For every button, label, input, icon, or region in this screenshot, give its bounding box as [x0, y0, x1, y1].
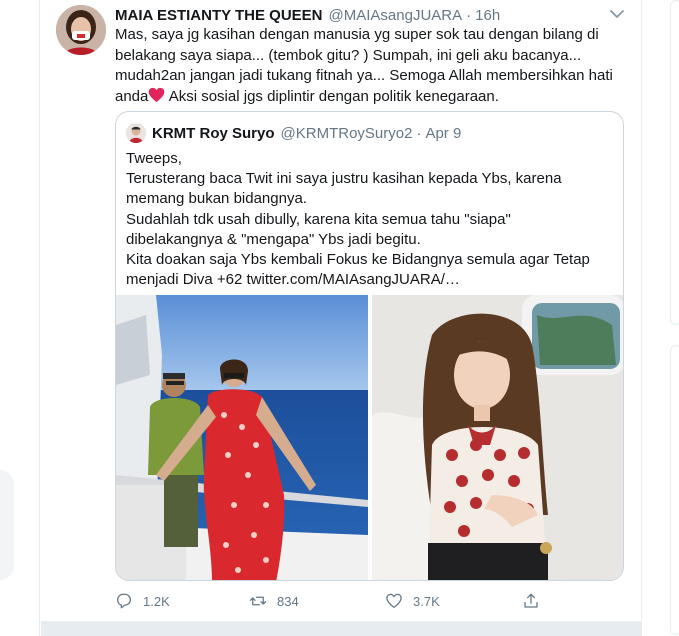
author-avatar[interactable]: [56, 5, 106, 55]
quoted-tweet[interactable]: KRMT Roy Suryo @KRMTRoySuryo2 · Apr 9 Tw…: [115, 111, 624, 581]
quoted-text-line: dibelakangnya & "mengapa" Ybs jadi begit…: [126, 230, 421, 248]
quoted-text-line: Sudahlah tdk usah dibully, karena kita s…: [126, 210, 511, 228]
retweet-icon: [249, 596, 267, 606]
tweet-timestamp[interactable]: 16h: [475, 7, 500, 24]
photo-woman-in-plane[interactable]: [372, 295, 623, 580]
quoted-text-line: menjadi Diva +62 twitter.com/MAIAsangJUA…: [126, 271, 460, 289]
red-heart-emoji-icon: [148, 87, 165, 103]
header-separator: ·: [466, 6, 472, 24]
retweet-count: 834: [277, 593, 299, 609]
tweet-actions: 1.2K 834 3.7K: [115, 590, 631, 612]
right-sidebar-card: [670, 0, 679, 325]
share-icon: [524, 593, 538, 608]
reply-icon: [116, 593, 132, 609]
heart-icon: [386, 593, 402, 609]
quoted-text-line: Terusterang baca Twit ini saya justru ka…: [126, 170, 562, 188]
timeline-divider: [41, 622, 641, 636]
tweet-header: MAIA ESTIANTY THE QUEEN @MAIAsangJUARA ·…: [115, 5, 500, 25]
quoted-tweet-text: Tweeps, Terusterang baca Twit ini saya j…: [126, 149, 616, 290]
quoted-tweet-date: Apr 9: [425, 124, 462, 142]
quoted-media: [116, 295, 623, 580]
chevron-down-icon[interactable]: [607, 5, 627, 23]
author-name[interactable]: MAIA ESTIANTY THE QUEEN: [115, 7, 323, 24]
share-button[interactable]: [522, 590, 550, 612]
retweet-button[interactable]: 834: [249, 590, 299, 612]
quoted-author-avatar: [126, 123, 146, 143]
quoted-header-separator: ·: [416, 124, 422, 142]
reply-count: 1.2K: [143, 593, 170, 609]
tweet-text-part-2: Aksi sosial jgs diplintir dengan politik…: [165, 87, 499, 105]
quoted-tweet-header: KRMT Roy Suryo @KRMTRoySuryo2 · Apr 9: [152, 123, 461, 143]
quoted-author-handle: @KRMTRoySuryo2: [280, 124, 413, 142]
author-handle[interactable]: @MAIAsangJUARA: [329, 7, 463, 24]
like-count: 3.7K: [413, 593, 440, 609]
like-button[interactable]: 3.7K: [385, 590, 440, 612]
quoted-text-line: memang bukan bidangnya.: [126, 190, 307, 208]
reply-button[interactable]: 1.2K: [115, 590, 170, 612]
quoted-author-name: KRMT Roy Suryo: [152, 124, 275, 142]
quoted-text-line: Kita doakan saja Ybs kembali Fokus ke Bi…: [126, 251, 590, 269]
quoted-text-line: Tweeps,: [126, 150, 182, 167]
right-sidebar-card-2: [670, 345, 679, 635]
photo-couple-on-boat[interactable]: [116, 295, 368, 580]
left-column-blob: [0, 470, 14, 580]
tweet-text: Mas, saya jg kasihan dengan manusia yg s…: [115, 25, 631, 107]
tweet[interactable]: MAIA ESTIANTY THE QUEEN @MAIAsangJUARA ·…: [41, 0, 641, 622]
